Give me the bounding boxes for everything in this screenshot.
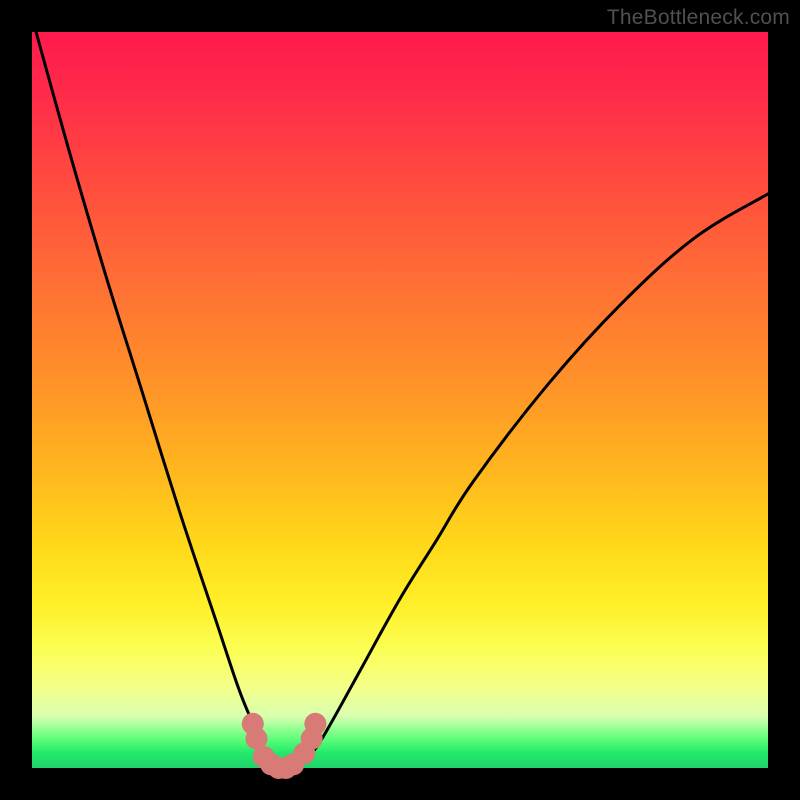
outer-frame: TheBottleneck.com	[0, 0, 800, 800]
watermark-label: TheBottleneck.com	[607, 6, 790, 30]
plot-background	[32, 32, 768, 768]
